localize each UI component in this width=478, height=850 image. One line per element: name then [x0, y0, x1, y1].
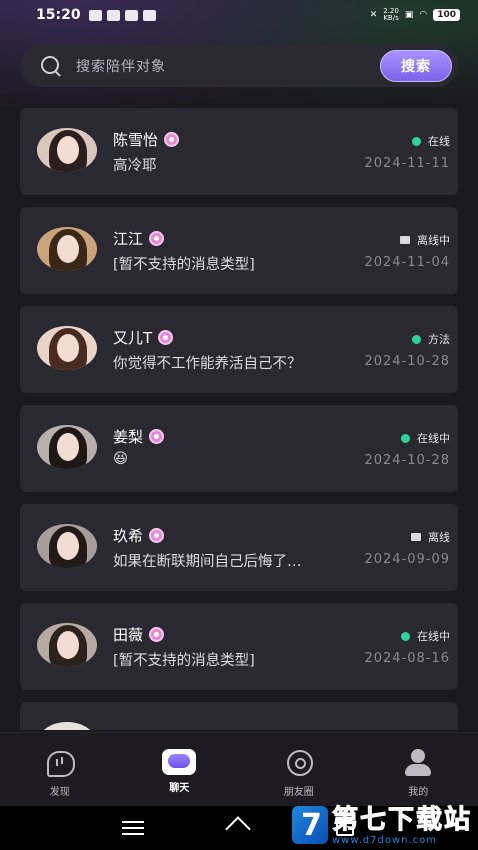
status-time: 15:20: [36, 7, 81, 23]
search-button[interactable]: 搜索: [380, 50, 452, 82]
tab-label: 聊天: [169, 783, 190, 794]
status-indicators: ✕ 2.20 KB/s ▣ ◠ 100: [370, 8, 460, 22]
online-dot-icon: [412, 334, 421, 344]
vip-badge-icon: [149, 231, 165, 246]
avatar: [37, 227, 97, 271]
notification-icon: [142, 9, 156, 21]
sim-icon: ▣: [404, 10, 414, 20]
menu-icon[interactable]: [122, 821, 144, 835]
coffee-icon: [400, 236, 410, 244]
presence-label: 在线: [428, 135, 450, 148]
presence-status: 方法: [412, 331, 450, 347]
last-message: [暂不支持的消息类型]: [113, 653, 255, 669]
chat-item[interactable]: 又儿T 你觉得不工作能养活自己不？ 方法 2024-10-28: [20, 306, 458, 393]
watermark-url: www.d7down.com: [331, 834, 438, 846]
vip-badge-icon: [149, 429, 165, 444]
tab-chat[interactable]: 聊天: [120, 733, 240, 806]
search-bar[interactable]: 搜索陪伴对象 搜索: [20, 45, 458, 87]
watermark: 第七下载站 www.d7down.com: [291, 800, 472, 850]
search-input[interactable]: 搜索陪伴对象: [76, 56, 380, 76]
contact-name: 玖希: [113, 527, 144, 545]
vip-badge-icon: [164, 132, 180, 147]
vip-badge-icon: [158, 330, 174, 345]
presence-status: 离线中: [400, 232, 450, 248]
mute-icon: ✕: [369, 10, 378, 20]
discover-icon: [44, 749, 76, 779]
profile-icon: [402, 749, 434, 779]
tab-label: 朋友圈: [283, 787, 314, 798]
last-message-date: 2024-11-04: [364, 255, 450, 270]
tab-discover[interactable]: 发现: [0, 733, 120, 806]
online-dot-icon: [401, 433, 410, 443]
avatar: [37, 722, 97, 730]
avatar: [37, 326, 97, 370]
online-dot-icon: [401, 631, 410, 641]
chat-item-partial[interactable]: [20, 702, 458, 730]
last-message-date: 2024-10-28: [364, 354, 450, 369]
vip-badge-icon: [149, 627, 165, 642]
contact-name: 江江: [113, 230, 144, 248]
last-message: 你觉得不工作能养活自己不？: [113, 356, 302, 372]
bottom-tab-bar: 发现 聊天 朋友圈 我的: [0, 732, 478, 806]
presence-label: 在线中: [417, 432, 450, 445]
avatar: [37, 128, 97, 172]
search-icon: [40, 55, 62, 77]
last-message-date: 2024-10-28: [364, 453, 450, 468]
presence-label: 方法: [428, 333, 450, 346]
last-message: [暂不支持的消息类型]: [113, 257, 255, 273]
vip-badge-icon: [149, 528, 165, 543]
chat-list[interactable]: 陈雪怡 高冷耶 在线 2024-11-11 江江 [暂不支持的消息类型] 离线中…: [20, 108, 458, 730]
last-message: 如果在断联期间自己后悔了…: [113, 554, 302, 570]
battery-icon: 100: [433, 9, 460, 21]
tab-moments[interactable]: 朋友圈: [239, 733, 359, 806]
avatar: [37, 524, 97, 568]
avatar: [37, 425, 97, 469]
tab-label: 我的: [408, 787, 429, 798]
laptop-icon: [411, 533, 421, 541]
last-message-date: 2024-09-09: [364, 552, 450, 567]
notification-icon: [88, 9, 102, 21]
watermark-logo-icon: [291, 806, 328, 844]
notification-icon: [106, 9, 120, 21]
watermark-title: 第七下载站: [331, 804, 472, 835]
home-icon[interactable]: [226, 818, 250, 838]
contact-name: 陈雪怡: [113, 131, 159, 149]
chat-item[interactable]: 田薇 [暂不支持的消息类型] 在线中 2024-08-16: [20, 603, 458, 690]
notification-icon: [124, 9, 138, 21]
presence-status: 在线中: [401, 628, 450, 644]
presence-label: 离线: [428, 531, 450, 544]
last-message-date: 2024-11-11: [364, 156, 450, 171]
tab-label: 发现: [49, 787, 70, 798]
contact-name: 又儿T: [113, 329, 153, 347]
contact-name: 姜梨: [113, 428, 144, 446]
last-message-date: 2024-08-16: [364, 651, 450, 666]
net-speed-unit: KB/s: [383, 14, 399, 22]
wifi-icon: ◠: [419, 10, 428, 20]
presence-status: 在线中: [401, 430, 450, 446]
chat-item[interactable]: 江江 [暂不支持的消息类型] 离线中 2024-11-04: [20, 207, 458, 294]
presence-label: 离线中: [417, 234, 450, 247]
network-speed: 2.20 KB/s: [383, 8, 399, 22]
chat-item[interactable]: 陈雪怡 高冷耶 在线 2024-11-11: [20, 108, 458, 195]
chat-item[interactable]: 玖希 如果在断联期间自己后悔了… 离线 2024-09-09: [20, 504, 458, 591]
moments-icon: [283, 749, 315, 779]
tab-profile[interactable]: 我的: [359, 733, 478, 806]
presence-label: 在线中: [417, 630, 450, 643]
chat-icon: [162, 749, 197, 775]
presence-status: 在线: [412, 133, 450, 149]
last-message: 😆: [113, 451, 129, 467]
presence-status: 离线: [411, 529, 450, 545]
status-bar: 15:20 ✕ 2.20 KB/s ▣ ◠ 100: [0, 0, 478, 30]
last-message: 高冷耶: [113, 158, 157, 174]
online-dot-icon: [412, 136, 421, 146]
contact-name: 田薇: [113, 626, 144, 644]
avatar: [37, 623, 97, 667]
chat-item[interactable]: 姜梨 😆 在线中 2024-10-28: [20, 405, 458, 492]
